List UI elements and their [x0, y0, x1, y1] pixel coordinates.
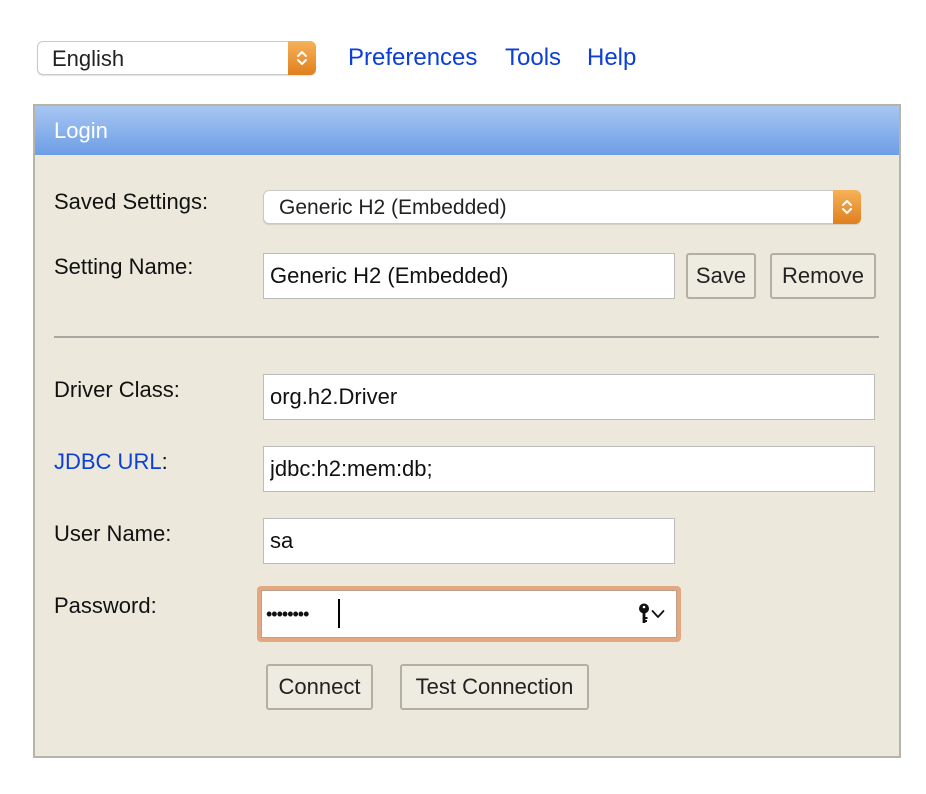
- save-button[interactable]: Save: [686, 253, 756, 299]
- user-name-label: User Name:: [54, 521, 172, 546]
- text-caret: [338, 599, 340, 628]
- password-masked-value: ••••••••: [266, 604, 309, 624]
- chevron-down-icon: [651, 610, 665, 618]
- setting-name-label: Setting Name:: [54, 254, 194, 279]
- language-select[interactable]: English: [37, 41, 316, 75]
- jdbc-url-label: JDBC URL:: [54, 450, 168, 474]
- password-manager-button[interactable]: [638, 603, 665, 625]
- language-select-value: English: [52, 46, 125, 71]
- saved-settings-select[interactable]: Generic H2 (Embedded): [263, 190, 861, 224]
- user-name-field[interactable]: [263, 518, 675, 564]
- connect-button[interactable]: Connect: [266, 664, 373, 710]
- chevron-up-down-icon: [288, 41, 316, 75]
- driver-class-field[interactable]: [263, 374, 875, 420]
- help-link[interactable]: Help: [587, 45, 636, 71]
- preferences-link[interactable]: Preferences: [348, 45, 477, 71]
- jdbc-url-label-colon: :: [161, 449, 168, 474]
- remove-button[interactable]: Remove: [770, 253, 876, 299]
- login-panel: Login Saved Settings: Generic H2 (Embedd…: [33, 104, 901, 758]
- key-icon: [639, 603, 649, 623]
- tools-link[interactable]: Tools: [505, 45, 561, 71]
- driver-class-label: Driver Class:: [54, 377, 180, 402]
- login-panel-header: Login: [35, 106, 899, 155]
- saved-settings-value: Generic H2 (Embedded): [279, 196, 507, 219]
- chevron-up-down-icon: [833, 190, 861, 224]
- login-title: Login: [54, 118, 108, 143]
- password-field[interactable]: ••••••••: [257, 586, 681, 642]
- jdbc-url-field[interactable]: [263, 446, 875, 492]
- test-connection-button[interactable]: Test Connection: [400, 664, 589, 710]
- password-field-inner: [261, 590, 677, 638]
- jdbc-url-help-link[interactable]: JDBC URL: [54, 449, 162, 474]
- password-label: Password:: [54, 593, 157, 618]
- saved-settings-label: Saved Settings:: [54, 189, 209, 214]
- separator: [54, 336, 879, 338]
- setting-name-field[interactable]: [263, 253, 675, 299]
